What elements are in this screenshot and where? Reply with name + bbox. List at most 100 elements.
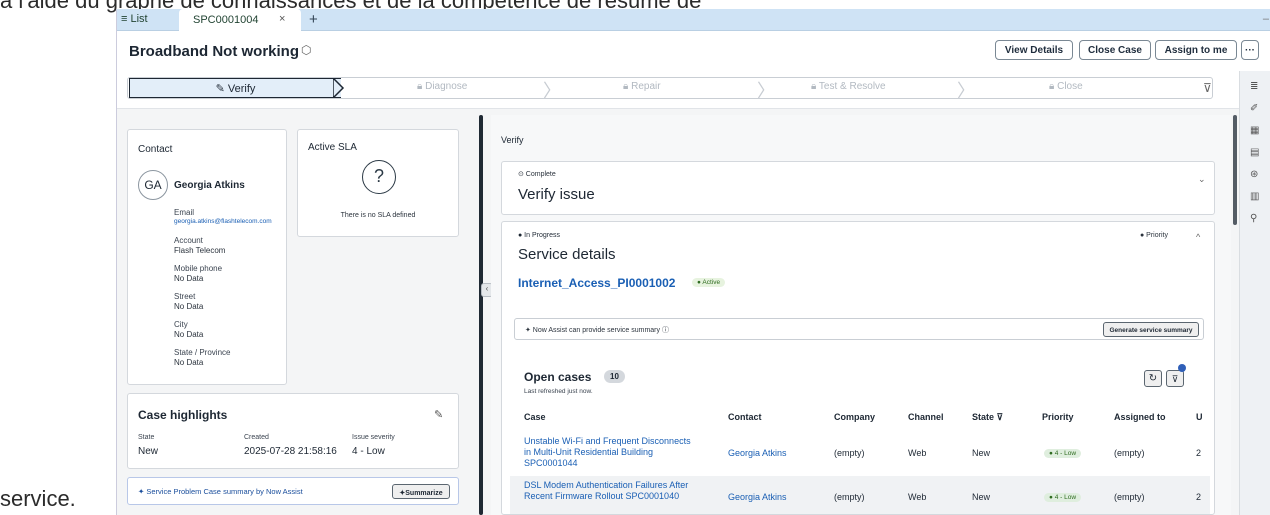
- step-diagnose-label: Diagnose: [425, 81, 468, 92]
- scrollbar[interactable]: [1233, 115, 1237, 225]
- service-heading: Service details: [518, 246, 616, 263]
- doc-bottom-text: service.: [0, 486, 76, 511]
- rail-dashboard-icon[interactable]: ⊛: [1250, 169, 1258, 180]
- tag-icon[interactable]: ⬡: [301, 43, 311, 57]
- col-company[interactable]: Company: [834, 412, 875, 422]
- summarize-button[interactable]: ✦Summarize: [392, 484, 450, 499]
- rail-attachment-icon[interactable]: ✐: [1250, 103, 1258, 114]
- rail-list-icon[interactable]: ≣: [1250, 81, 1258, 92]
- email-link[interactable]: georgia.atkins@flashtelecom.com: [174, 218, 272, 225]
- right-rail: ≣ ✐ ▦ ▤ ⊛ ▥ ⚲: [1239, 71, 1270, 515]
- col-contact[interactable]: Contact: [728, 412, 762, 422]
- open-cases-count: 10: [604, 370, 625, 383]
- complete-status: ⊙ Complete: [518, 171, 556, 178]
- step-verify[interactable]: ✎ Verify: [129, 78, 341, 98]
- tab-list[interactable]: ≡ List: [121, 13, 148, 25]
- col-assigned[interactable]: Assigned to: [1114, 412, 1166, 422]
- channel-cell: Web: [908, 448, 927, 458]
- assigned-cell: (empty): [1114, 492, 1145, 502]
- pane-splitter[interactable]: [479, 115, 483, 515]
- tab-bar: ≡ List SPC0001004 × + –: [117, 9, 1270, 31]
- case-highlights: Case highlights ✎ State New Created 2025…: [127, 393, 459, 469]
- mobile-value: No Data: [174, 274, 204, 283]
- rail-folder-icon[interactable]: ▥: [1250, 191, 1259, 202]
- refresh-button[interactable]: ↻: [1144, 370, 1162, 387]
- sla-title: Active SLA: [308, 142, 357, 153]
- view-details-button[interactable]: View Details: [995, 40, 1073, 60]
- state-label: State / Province: [174, 348, 231, 357]
- sla-card: Active SLA ? There is no SLA defined: [297, 129, 459, 237]
- generate-summary-button[interactable]: Generate service summary: [1103, 322, 1199, 337]
- city-value: No Data: [174, 330, 204, 339]
- step-verify-arrow: [333, 78, 345, 98]
- filter-icon[interactable]: ⊽: [1203, 81, 1212, 95]
- col-state[interactable]: State ⊽: [972, 412, 1003, 423]
- rail-grid-icon[interactable]: ▦: [1250, 125, 1259, 136]
- col-channel[interactable]: Channel: [908, 412, 944, 422]
- stage-panel: Verify ⊙ Complete Verify issue ⌄ ● In Pr…: [491, 115, 1231, 515]
- more-actions-button[interactable]: ···: [1241, 40, 1259, 60]
- state-cell: New: [972, 492, 991, 502]
- new-tab-icon[interactable]: +: [309, 11, 318, 28]
- col-case[interactable]: Case: [524, 412, 546, 422]
- tab-close-icon[interactable]: ×: [279, 13, 285, 25]
- assign-to-me-button[interactable]: Assign to me: [1155, 40, 1237, 60]
- cases-filter-button[interactable]: ⊽: [1166, 370, 1184, 387]
- email-label: Email: [174, 208, 195, 217]
- priority-badge: ● 4 - Low: [1044, 449, 1082, 458]
- summary-banner: ✦ Service Problem Case summary by Now As…: [127, 477, 459, 505]
- step-repair[interactable]: 🔒︎ Repair: [623, 81, 661, 92]
- page-title: Broadband Not working: [129, 43, 299, 60]
- rail-lightbulb-icon[interactable]: ⚲: [1250, 213, 1257, 224]
- step-repair-label: Repair: [631, 81, 661, 92]
- account-label: Account: [174, 236, 203, 245]
- service-link[interactable]: Internet_Access_PI0001002: [518, 276, 675, 290]
- updated-cell: 2: [1196, 448, 1202, 458]
- filter-icon: ⊽: [1171, 373, 1179, 384]
- chevron-down-icon[interactable]: ⌄: [1198, 174, 1206, 185]
- contact-name[interactable]: Georgia Atkins: [174, 180, 245, 191]
- open-cases-title: Open cases: [524, 370, 592, 384]
- mobile-label: Mobile phone: [174, 264, 223, 273]
- rail-document-icon[interactable]: ▤: [1250, 147, 1259, 158]
- tab-case-label: SPC0001004: [193, 14, 259, 26]
- contact-link[interactable]: Georgia Atkins: [728, 448, 787, 458]
- case-link[interactable]: Unstable Wi-Fi and Frequent Disconnects …: [524, 436, 694, 469]
- now-assist-text: ✦ Now Assist can provide service summary…: [525, 327, 669, 334]
- filter-indicator-dot: [1178, 364, 1186, 372]
- street-value: No Data: [174, 302, 204, 311]
- step-test-resolve-label: Test & Resolve: [818, 81, 886, 92]
- updated-cell: 2: [1196, 492, 1202, 502]
- verify-issue-card[interactable]: ⊙ Complete Verify issue ⌄: [501, 161, 1215, 215]
- col-updated[interactable]: U: [1196, 412, 1203, 422]
- hl-created-value: 2025-07-28 21:58:16: [244, 446, 337, 457]
- city-label: City: [174, 320, 188, 329]
- channel-cell: Web: [908, 492, 927, 502]
- hl-created-label: Created: [244, 434, 269, 441]
- company-cell: (empty): [834, 448, 865, 458]
- chevron-up-icon[interactable]: ^: [1196, 232, 1200, 242]
- process-stepper: ✎ Verify 🔒︎ Diagnose 〉 🔒︎ Repair 〉 🔒︎ Te…: [117, 69, 1270, 109]
- step-close[interactable]: 🔒︎ Close: [1049, 81, 1083, 92]
- table-row[interactable]: DSL Modem Authentication Failures After …: [510, 476, 1210, 514]
- case-link[interactable]: DSL Modem Authentication Failures After …: [524, 480, 694, 502]
- active-badge: ● Active: [692, 278, 726, 287]
- window-minimize-icon[interactable]: –: [1263, 13, 1269, 25]
- step-close-label: Close: [1057, 81, 1083, 92]
- question-icon: ?: [362, 160, 396, 194]
- step-separator: 〉: [757, 81, 775, 101]
- step-separator: 〉: [957, 81, 975, 101]
- contact-link[interactable]: Georgia Atkins: [728, 492, 787, 502]
- table-row[interactable]: Unstable Wi-Fi and Frequent Disconnects …: [510, 432, 1210, 470]
- contact-title: Contact: [138, 144, 173, 155]
- hl-severity-label: Issue severity: [352, 434, 395, 441]
- hl-state-label: State: [138, 434, 155, 441]
- app-window: ≡ List SPC0001004 × + – Broadband Not wo…: [116, 9, 1270, 515]
- close-case-button[interactable]: Close Case: [1079, 40, 1151, 60]
- pencil-icon[interactable]: ✎: [434, 408, 443, 421]
- summary-banner-text: ✦ Service Problem Case summary by Now As…: [138, 487, 303, 496]
- step-test-resolve[interactable]: 🔒︎ Test & Resolve: [811, 81, 886, 92]
- step-diagnose[interactable]: 🔒︎ Diagnose: [417, 81, 467, 92]
- col-priority[interactable]: Priority: [1042, 412, 1074, 422]
- in-progress-status: ● In Progress: [518, 232, 560, 239]
